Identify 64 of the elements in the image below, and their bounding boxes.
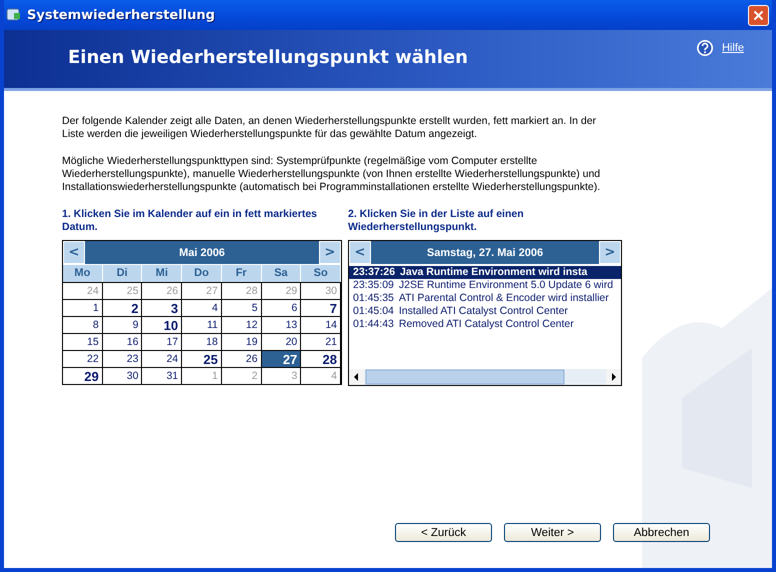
calendar-day[interactable]: 28 (301, 350, 341, 367)
calendar-day[interactable]: 1 (63, 299, 103, 316)
restore-point-item[interactable]: 01:45:35 ATI Parental Control & Encoder wird installier (349, 292, 621, 305)
wizard-button[interactable]: < Zurück (395, 523, 492, 542)
weekday-header: Do (182, 265, 222, 282)
calendar-day[interactable]: 15 (63, 333, 103, 350)
page-title: Einen Wiederherstellungspunkt wählen (68, 47, 469, 68)
restore-point-item[interactable]: 23:35:09 J2SE Runtime Environment 5.0 Update 6 wird (349, 279, 621, 292)
calendar-day[interactable]: 17 (142, 333, 182, 350)
window-title: Systemwiederherstellung (27, 8, 216, 22)
intro-paragraph: Der folgende Kalender zeigt alle Daten, an denen Wiederherstellungspunkte erstellt wurden, fett markiert an. In der Liste werden die jeweiligen Wiederherstellungspunkte für das gewählte Datum angezeigt. (62, 115, 598, 141)
calendar-day[interactable]: 6 (262, 299, 302, 316)
calendar-day[interactable]: 8 (63, 316, 103, 333)
weekday-header: Mi (142, 265, 182, 282)
calendar-day[interactable]: 21 (301, 333, 341, 350)
help-icon[interactable] (696, 39, 714, 57)
restore-point-item[interactable]: 23:37:26 Java Runtime Environment wird insta (349, 266, 621, 279)
month-title: Mai 2006 (178, 246, 226, 260)
calendar-day[interactable]: 24 (142, 350, 182, 367)
calendar-day[interactable]: 30 (102, 367, 142, 384)
calendar-day[interactable]: 2 (102, 299, 142, 316)
restore-point-item[interactable]: 01:44:43 Removed ATI Catalyst Control Center (349, 318, 621, 331)
calendar-day[interactable]: 26 (222, 350, 262, 367)
close-icon (753, 10, 764, 20)
restore-point-item[interactable]: 01:45:04 Installed ATI Catalyst Control Center (349, 305, 621, 318)
calendar-day[interactable]: 18 (182, 333, 222, 350)
calendar-day[interactable]: 27 (262, 350, 302, 367)
calendar-day[interactable]: 25 (182, 350, 222, 367)
calendar-day[interactable]: 9 (102, 316, 142, 333)
calendar-day[interactable]: 19 (222, 333, 262, 350)
calendar-day[interactable]: 31 (142, 367, 182, 384)
weekday-header: Sa (262, 265, 302, 282)
calendar-day[interactable]: 13 (262, 316, 302, 333)
calendar-day[interactable]: 16 (102, 333, 142, 350)
close-button[interactable] (748, 4, 769, 26)
app-icon (6, 7, 22, 23)
calendar-day[interactable]: 12 (222, 316, 262, 333)
step-instruction: 2. Klicken Sie in der Liste auf einen Wiederherstellungspunkt. (348, 208, 525, 234)
weekday-header: Mo (63, 265, 103, 282)
previous-month-button[interactable]: < (63, 241, 85, 264)
step-instruction: 1. Klicken Sie im Kalender auf ein in fett markiertes Datum. (62, 208, 318, 234)
calendar-day[interactable]: 5 (222, 299, 262, 316)
wizard-button[interactable]: Abbrechen (613, 523, 710, 542)
previous-day-button[interactable]: < (349, 241, 371, 264)
calendar-day[interactable]: 29 (63, 367, 103, 384)
calendar-day[interactable]: 7 (301, 299, 341, 316)
calendar-day[interactable]: 11 (182, 316, 222, 333)
next-month-button[interactable]: > (319, 241, 341, 264)
wizard-button[interactable]: Weiter > (504, 523, 601, 542)
date-title: Samstag, 27. Mai 2006 (426, 246, 544, 260)
next-day-button[interactable]: > (599, 241, 621, 264)
calendar-day[interactable]: 22 (63, 350, 103, 367)
calendar-day[interactable]: 3 (142, 299, 182, 316)
calendar-day[interactable]: 14 (301, 316, 341, 333)
weekday-header: Fr (222, 265, 262, 282)
calendar-day[interactable]: 20 (262, 333, 302, 350)
horizontal-scrollbar[interactable] (349, 369, 621, 385)
help-link[interactable]: Hilfe (722, 42, 744, 54)
calendar-day[interactable]: 23 (102, 350, 142, 367)
intro-paragraph: Mögliche Wiederherstellungspunkttypen sind: Systemprüfpunkte (regelmäßige vom Computer erstellte Wiederherstellungspunkte), manuelle Wiederherstellungspunkte (von Ihnen erstellte Wiederherstellungspunkte) und Installationswiederherstellungspunkte (automatisch bei Programminstallationen erstellte Wiederherstellungspunkte). (62, 155, 602, 194)
weekday-header: Di (102, 265, 142, 282)
calendar-day[interactable]: 4 (182, 299, 222, 316)
weekday-header: So (301, 265, 341, 282)
calendar-day[interactable]: 10 (142, 316, 182, 333)
